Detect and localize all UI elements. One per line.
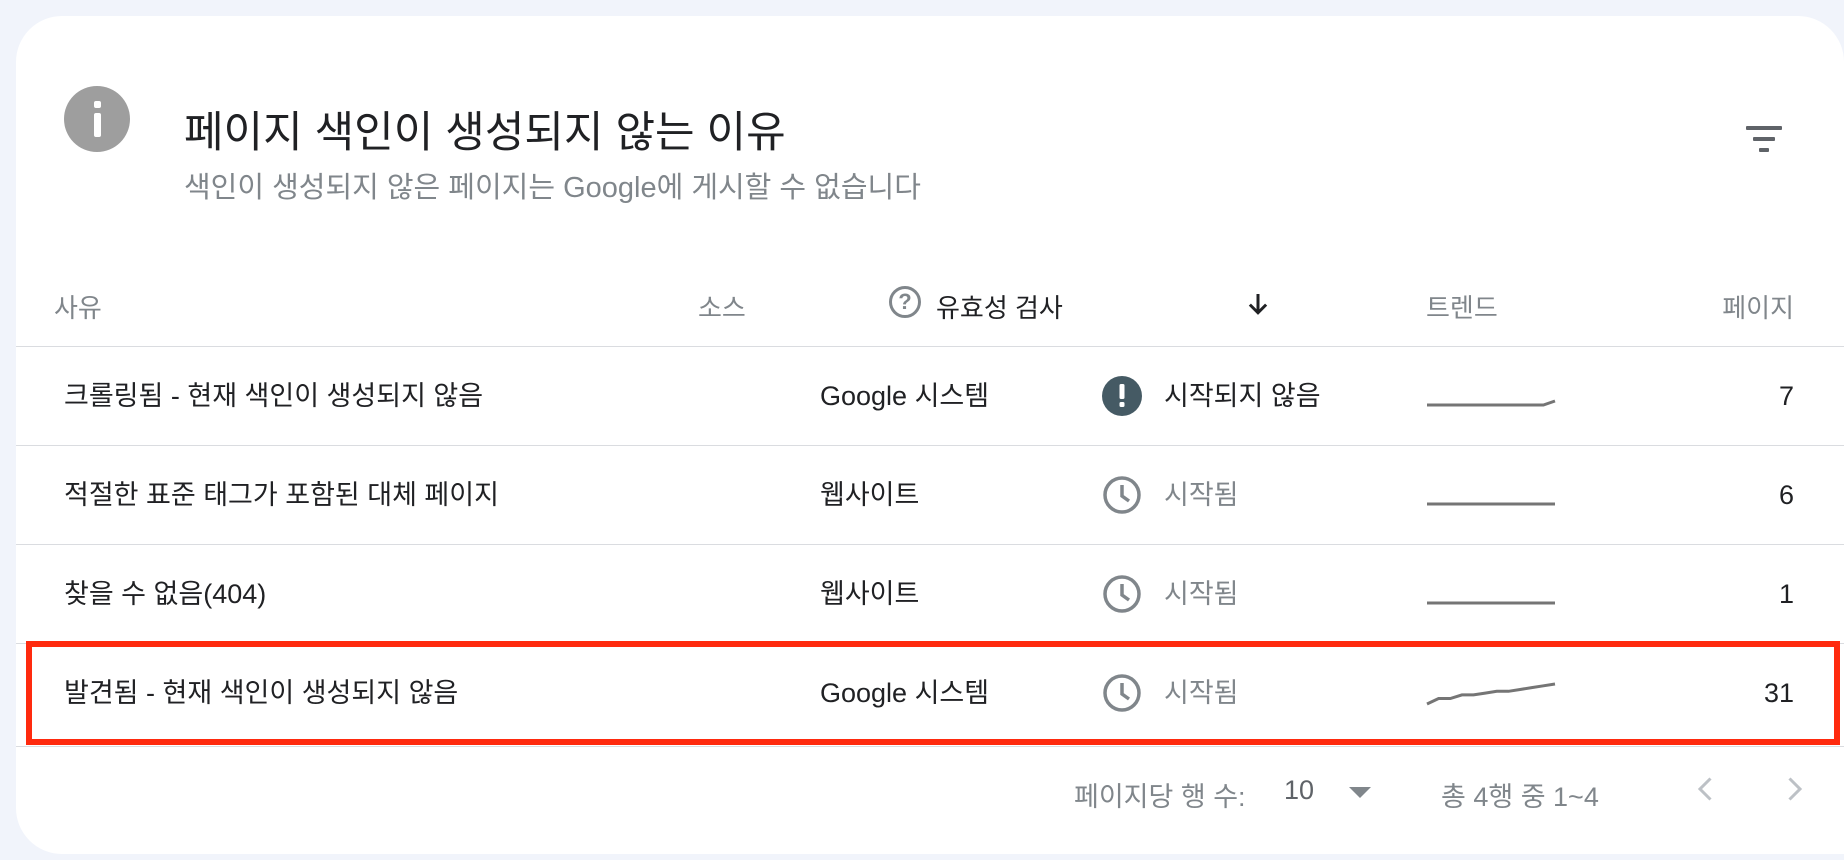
row-source: Google 시스템 xyxy=(820,678,990,708)
index-reasons-card: 페이지 색인이 생성되지 않는 이유 색인이 생성되지 않은 페이지는 Goog… xyxy=(16,16,1844,854)
help-icon[interactable]: ? xyxy=(889,286,921,318)
rows-per-page-label: 페이지당 행 수: xyxy=(1074,782,1246,812)
rows-per-page-value: 10 xyxy=(1284,775,1315,805)
chevron-left-icon[interactable] xyxy=(1688,771,1724,807)
clock-icon xyxy=(1103,476,1141,514)
row-reason: 적절한 표준 태그가 포함된 대체 페이지 xyxy=(64,480,499,510)
clock-icon xyxy=(1103,674,1141,712)
row-source: Google 시스템 xyxy=(820,381,990,411)
column-header-trend[interactable]: 트렌드 xyxy=(1426,288,1498,325)
trend-sparkline xyxy=(1426,682,1556,706)
pagination-bar: 페이지당 행 수: 10 총 4행 중 1~4 xyxy=(16,746,1844,827)
trend-sparkline xyxy=(1427,601,1555,605)
column-header-source[interactable]: 소스 xyxy=(698,288,746,325)
info-icon xyxy=(64,86,130,152)
alert-icon xyxy=(1102,376,1142,416)
row-pages: 1 xyxy=(1778,579,1794,609)
caret-down-icon xyxy=(1349,787,1371,798)
filter-icon[interactable] xyxy=(1746,126,1796,160)
card-subtitle: 색인이 생성되지 않은 페이지는 Google에 게시할 수 없습니다 xyxy=(184,172,921,204)
column-header-reason[interactable]: 사유 xyxy=(54,288,102,325)
row-source: 웹사이트 xyxy=(820,480,920,510)
trend-sparkline xyxy=(1427,502,1555,506)
rows-per-page-select[interactable]: 10 xyxy=(1284,767,1379,813)
column-header-pages[interactable]: 페이지 xyxy=(1722,288,1794,325)
row-pages: 7 xyxy=(1778,381,1794,411)
table-row[interactable]: 크롤링됨 - 현재 색인이 생성되지 않음 Google 시스템 시작되지 않음… xyxy=(16,346,1844,445)
trend-sparkline xyxy=(1427,399,1556,407)
row-reason: 찾을 수 없음(404) xyxy=(64,579,267,609)
row-status: 시작됨 xyxy=(1164,579,1239,609)
column-header-validation[interactable]: 유효성 검사 xyxy=(936,288,1063,325)
row-status: 시작됨 xyxy=(1164,480,1239,510)
row-reason: 크롤링됨 - 현재 색인이 생성되지 않음 xyxy=(64,381,484,411)
clock-icon xyxy=(1103,575,1141,613)
pagination-range: 총 4행 중 1~4 xyxy=(1441,782,1599,812)
trend-line xyxy=(1427,399,1556,407)
chevron-right-icon[interactable] xyxy=(1776,771,1812,807)
row-status: 시작됨 xyxy=(1164,678,1239,708)
row-status: 시작되지 않음 xyxy=(1164,381,1321,411)
table-row[interactable]: 찾을 수 없음(404) 웹사이트 시작됨 1 xyxy=(16,544,1844,643)
table-row[interactable]: 발견됨 - 현재 색인이 생성되지 않음 Google 시스템 시작됨 31 xyxy=(16,643,1844,742)
row-pages: 6 xyxy=(1778,480,1794,510)
trend-line xyxy=(1426,682,1556,706)
card-title: 페이지 색인이 생성되지 않는 이유 xyxy=(184,109,786,157)
arrow-down-icon[interactable] xyxy=(1243,289,1273,319)
row-source: 웹사이트 xyxy=(820,579,920,609)
row-pages: 31 xyxy=(1763,678,1794,708)
table-row[interactable]: 적절한 표준 태그가 포함된 대체 페이지 웹사이트 시작됨 6 xyxy=(16,445,1844,544)
row-reason: 발견됨 - 현재 색인이 생성되지 않음 xyxy=(64,678,459,708)
